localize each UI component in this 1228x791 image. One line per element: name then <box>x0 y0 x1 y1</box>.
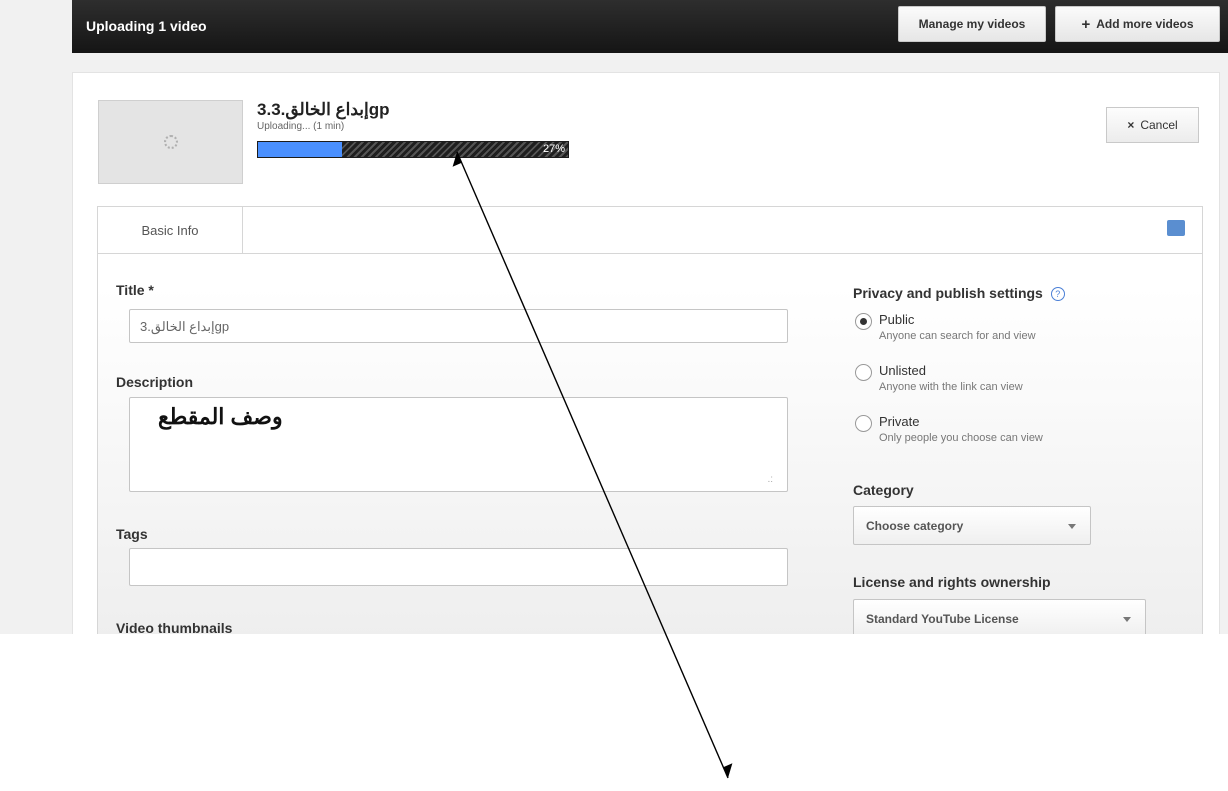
annotation-arrow <box>452 151 733 779</box>
